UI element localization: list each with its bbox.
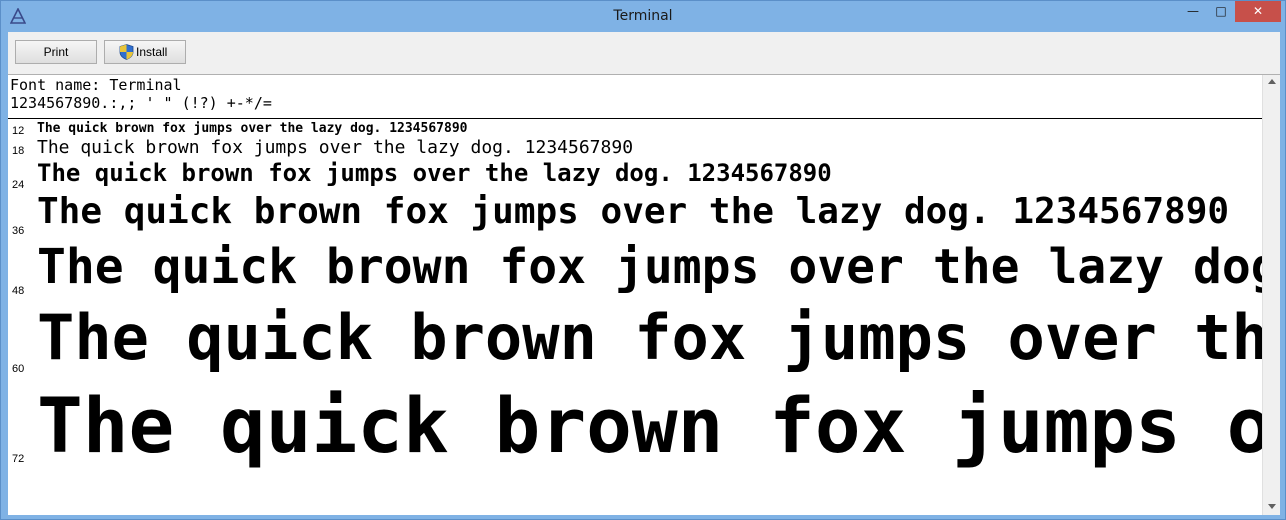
window-title: Terminal [613,8,673,24]
scroll-up-arrow-icon[interactable] [1268,79,1276,84]
close-button[interactable]: ✕ [1235,1,1281,22]
size-label: 24 [12,179,25,191]
size-label: 12 [12,125,25,137]
sample-text: The quick brown fox jumps over the lazy … [37,301,1280,374]
window: Terminal — □ ✕ Print Install Font name: … [0,0,1286,520]
minimize-button[interactable]: — [1179,1,1207,22]
size-label: 72 [12,453,25,465]
print-button[interactable]: Print [15,40,97,64]
client-area: Print Install Font name: Terminal 1234567… [8,32,1280,515]
font-info: Font name: Terminal 1234567890.:,; ' " (!… [10,76,272,112]
sample-text: The quick brown fox jumps over the lazy … [37,121,468,136]
uac-shield-icon [119,44,134,60]
size-label: 18 [12,145,25,157]
size-label: 60 [12,363,25,375]
vertical-scrollbar[interactable] [1262,75,1280,515]
scroll-down-arrow-icon[interactable] [1268,504,1276,509]
title-bar[interactable]: Terminal — □ ✕ [1,1,1285,31]
install-button-label: Install [136,45,168,59]
sample-text: The quick brown fox jumps over the lazy … [37,239,1280,295]
charset-line: 1234567890.:,; ' " (!?) +-*/= [10,94,272,112]
sample-text: The quick brown fox jumps over the lazy … [37,191,1230,232]
size-label: 36 [12,225,25,237]
size-label: 48 [12,285,25,297]
sample-text: The quick brown fox jumps over the lazy … [37,381,1280,470]
divider [8,118,1262,119]
install-button[interactable]: Install [104,40,186,64]
sample-text: The quick brown fox jumps over the lazy … [37,159,832,187]
sample-text: The quick brown fox jumps over the lazy … [37,137,634,158]
font-name-line: Font name: Terminal [10,76,182,94]
maximize-button[interactable]: □ [1207,1,1235,22]
toolbar: Print Install [8,32,1280,74]
font-preview-area: Font name: Terminal 1234567890.:,; ' " (!… [8,74,1280,515]
